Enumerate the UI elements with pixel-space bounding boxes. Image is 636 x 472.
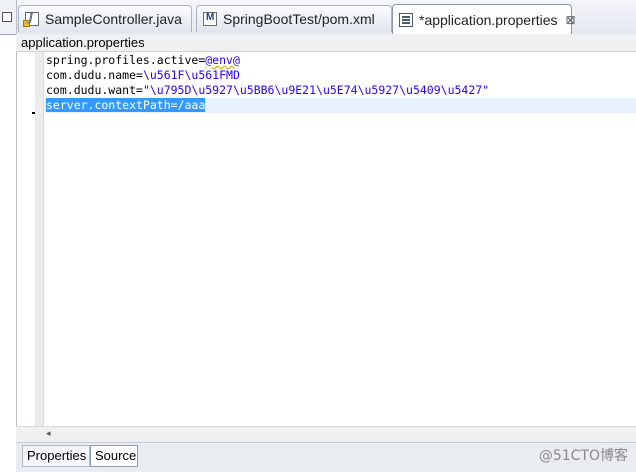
code-line-current[interactable]: server.contextPath=/aaa (44, 98, 636, 113)
code-line[interactable]: spring.profiles.active=@env@ (44, 53, 636, 68)
code-line[interactable]: com.dudu.want="\u795D\u5927\u5BB6\u9E21\… (44, 83, 636, 98)
code-line[interactable]: com.dudu.name=\u561F\u561FMD (44, 68, 636, 83)
java-file-icon (23, 11, 39, 27)
tab-properties[interactable]: Properties (22, 445, 90, 467)
editor-tab-bar: SampleController.java SpringBootTest/pom… (0, 0, 636, 35)
tab-label: *application.properties (419, 11, 558, 28)
watermark: @51CTO博客 (538, 448, 628, 464)
text-editor[interactable]: spring.profiles.active=@env@ com.dudu.na… (16, 52, 636, 426)
property-key: spring.profiles.active= (46, 53, 206, 67)
tab-sample-controller[interactable]: SampleController.java (18, 5, 192, 32)
tab-pom-xml[interactable]: SpringBootTest/pom.xml (196, 5, 392, 32)
tab-source[interactable]: Source (90, 445, 138, 467)
property-value: @env@ (205, 53, 240, 67)
breadcrumb[interactable]: application.properties (16, 34, 636, 52)
vertical-ruler (17, 52, 40, 426)
minimized-view-stub[interactable] (0, 0, 17, 34)
line-gutter (35, 52, 44, 426)
property-key: com.dudu.want= (46, 83, 143, 97)
property-value: "\u795D\u5927\u5BB6\u9E21\u5E74\u5927\u5… (142, 83, 490, 97)
tab-label: SpringBootTest/pom.xml (223, 11, 375, 27)
code-area[interactable]: spring.profiles.active=@env@ com.dudu.na… (44, 52, 636, 426)
restore-icon[interactable] (2, 12, 12, 22)
close-icon[interactable]: ⊠ (566, 13, 576, 27)
properties-file-icon (399, 12, 413, 27)
property-value: \u561F\u561FMD (142, 68, 240, 82)
tab-label: SampleController.java (45, 11, 182, 27)
selected-text: server.contextPath=/aaa (46, 98, 206, 112)
property-key: com.dudu.name= (46, 68, 143, 82)
maven-pom-icon (203, 12, 217, 26)
scroll-left-icon[interactable]: ◂ (46, 429, 51, 439)
horizontal-scrollbar[interactable]: ◂ (16, 426, 636, 443)
tab-application-properties[interactable]: *application.properties ⊠ (392, 4, 576, 34)
